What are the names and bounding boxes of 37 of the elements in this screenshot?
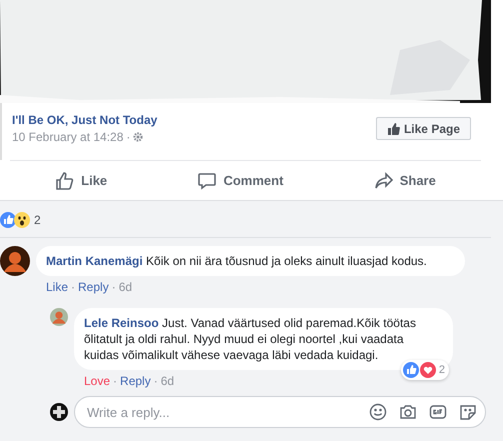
avatar[interactable] — [50, 403, 68, 421]
sticker-icon[interactable] — [459, 403, 477, 421]
comment-button[interactable]: Comment — [191, 170, 290, 192]
avatar[interactable] — [0, 246, 30, 276]
page-name-link[interactable]: I'll Be OK, Just Not Today — [12, 113, 158, 127]
reaction-count[interactable]: 2 — [34, 212, 41, 226]
comment-age: 6d — [118, 280, 132, 294]
heart-reaction-icon — [420, 362, 436, 378]
gear-icon — [133, 132, 144, 142]
thumbs-up-icon — [386, 122, 400, 135]
reply-box[interactable]: Write a reply... — [74, 396, 486, 428]
gif-icon[interactable] — [429, 403, 447, 421]
emoji-icon[interactable] — [369, 403, 387, 421]
reaction-badge[interactable]: 2 — [400, 360, 449, 380]
thumbs-up-icon — [55, 170, 76, 190]
share-arrow-icon — [374, 170, 394, 190]
comment-bubble: Martin Kanemägi Kõik on nii ära tõusnud ja oleks ainult iluasjad kodus. — [36, 246, 465, 276]
post-timestamp: 10 February at 14:28 — [12, 130, 124, 144]
camera-icon[interactable] — [399, 403, 417, 421]
comment-action-link[interactable]: Like — [46, 280, 68, 294]
separator: · — [112, 280, 116, 294]
separator: · — [71, 280, 76, 294]
speech-bubble-icon — [197, 170, 218, 190]
comment-age: 6d — [160, 374, 174, 388]
like-button[interactable]: Like — [49, 170, 114, 192]
comment-action-link[interactable]: Reply — [120, 374, 151, 388]
comment-action-link[interactable]: Love — [84, 374, 110, 388]
separator: · — [154, 374, 158, 388]
like-reaction-icon — [0, 212, 16, 228]
like-page-button[interactable]: Like Page — [376, 117, 471, 140]
comment-action-link[interactable]: Reply — [78, 280, 109, 294]
separator: · — [113, 374, 118, 388]
wow-reaction-icon — [14, 212, 30, 228]
like-reaction-icon — [402, 362, 419, 378]
separator: · — [126, 130, 130, 144]
share-button[interactable]: Share — [368, 170, 442, 192]
reply-input[interactable]: Write a reply... — [85, 404, 369, 420]
